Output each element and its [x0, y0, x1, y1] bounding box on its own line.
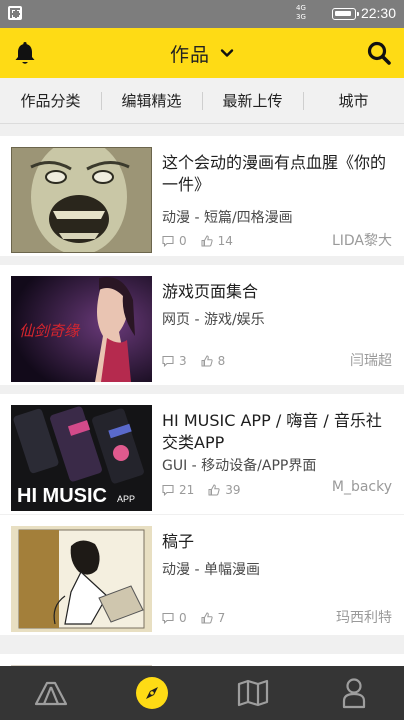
work-author[interactable]: 闫瑞超 — [350, 350, 392, 370]
tab-categories[interactable]: 作品分类 — [0, 78, 101, 123]
svg-text:仙剑奇缘: 仙剑奇缘 — [19, 322, 81, 340]
tab-editor-picks[interactable]: 编辑精选 — [101, 78, 202, 123]
battery-icon — [332, 8, 359, 20]
work-thumbnail — [11, 526, 152, 632]
search-icon[interactable] — [366, 40, 392, 66]
nav-discover[interactable] — [0, 666, 101, 720]
work-title: 这个会动的漫画有点血腥《你的一件》 — [162, 153, 387, 194]
work-category: 网页 - 游戏/娱乐 — [162, 312, 265, 328]
work-title: HI MUSIC APP / 嗨音 / 音乐社交类APP — [162, 411, 382, 452]
network-4g-label: 4G — [296, 4, 306, 12]
like-count: 7 — [217, 611, 226, 625]
page-title: 作品 — [169, 43, 210, 66]
comment-count: 0 — [179, 234, 187, 248]
work-thumbnail — [11, 147, 152, 253]
network-3g-label: 3G — [296, 13, 306, 21]
work-thumbnail: HI MUSIC APP — [11, 405, 152, 511]
work-author[interactable]: M_backy — [332, 479, 392, 495]
nav-explore[interactable] — [101, 666, 202, 720]
work-category: 动漫 - 单幅漫画 — [162, 562, 260, 578]
work-card[interactable]: HI MUSIC APP HI MUSIC APP / 嗨音 / 音乐社交类AP… — [0, 394, 404, 514]
like-count: 39 — [225, 483, 241, 497]
work-thumbnail: 仙剑奇缘 — [11, 276, 152, 382]
like-count: 8 — [217, 354, 226, 368]
network-indicator: 4G 3G — [296, 4, 306, 22]
work-category: 动漫 - 短篇/四格漫画 — [162, 210, 293, 226]
work-title: 稿子 — [162, 532, 195, 551]
status-bar: 4G 3G 22:30 — [0, 0, 404, 28]
chevron-down-icon — [220, 49, 234, 57]
work-stats: 0 14 — [162, 234, 233, 248]
comment-count: 3 — [179, 354, 187, 368]
map-icon — [237, 679, 268, 707]
work-card[interactable]: 仙剑奇缘 游戏页面集合 网页 - 游戏/娱乐 3 8 闫瑞超 — [0, 265, 404, 385]
comment-count: 21 — [179, 483, 195, 497]
tab-city[interactable]: 城市 — [303, 78, 404, 123]
work-stats: 3 8 — [162, 354, 225, 368]
person-icon — [342, 678, 365, 709]
like-count: 14 — [217, 234, 233, 248]
tab-latest[interactable]: 最新上传 — [202, 78, 303, 123]
thumb-brand-text: HI MUSIC — [17, 485, 107, 507]
like-icon — [201, 235, 213, 247]
comment-icon — [162, 355, 174, 367]
compass-icon — [135, 677, 168, 709]
work-category: GUI - 移动设备/APP界面 — [162, 458, 317, 474]
work-author[interactable]: 玛西利特 — [336, 607, 392, 627]
work-author[interactable]: LIDA黎大 — [332, 230, 392, 250]
comment-icon — [162, 612, 174, 624]
screenshot-icon — [8, 6, 22, 20]
work-stats: 0 7 — [162, 611, 225, 625]
bottom-nav — [0, 666, 404, 720]
comment-icon — [162, 484, 174, 496]
thumb-brand-small: APP — [117, 494, 135, 504]
work-card-partial[interactable] — [0, 654, 404, 666]
comment-count: 0 — [179, 611, 187, 625]
work-stats: 21 39 — [162, 483, 241, 497]
works-list: 这个会动的漫画有点血腥《你的一件》 动漫 - 短篇/四格漫画 0 14 LIDA… — [0, 124, 404, 666]
work-card[interactable]: 稿子 动漫 - 单幅漫画 0 7 玛西利特 — [0, 515, 404, 635]
nav-map[interactable] — [202, 666, 303, 720]
work-title: 游戏页面集合 — [162, 282, 259, 301]
tent-icon — [34, 681, 67, 706]
like-icon — [201, 612, 213, 624]
work-card[interactable]: 这个会动的漫画有点血腥《你的一件》 动漫 - 短篇/四格漫画 0 14 LIDA… — [0, 136, 404, 256]
like-icon — [208, 484, 220, 496]
title-dropdown[interactable]: 作品 — [0, 28, 404, 78]
category-tabs: 作品分类 编辑精选 最新上传 城市 — [0, 78, 404, 124]
app-header: 作品 — [0, 28, 404, 78]
nav-profile[interactable] — [303, 666, 404, 720]
like-icon — [201, 355, 213, 367]
comment-icon — [162, 235, 174, 247]
status-time: 22:30 — [360, 5, 396, 21]
